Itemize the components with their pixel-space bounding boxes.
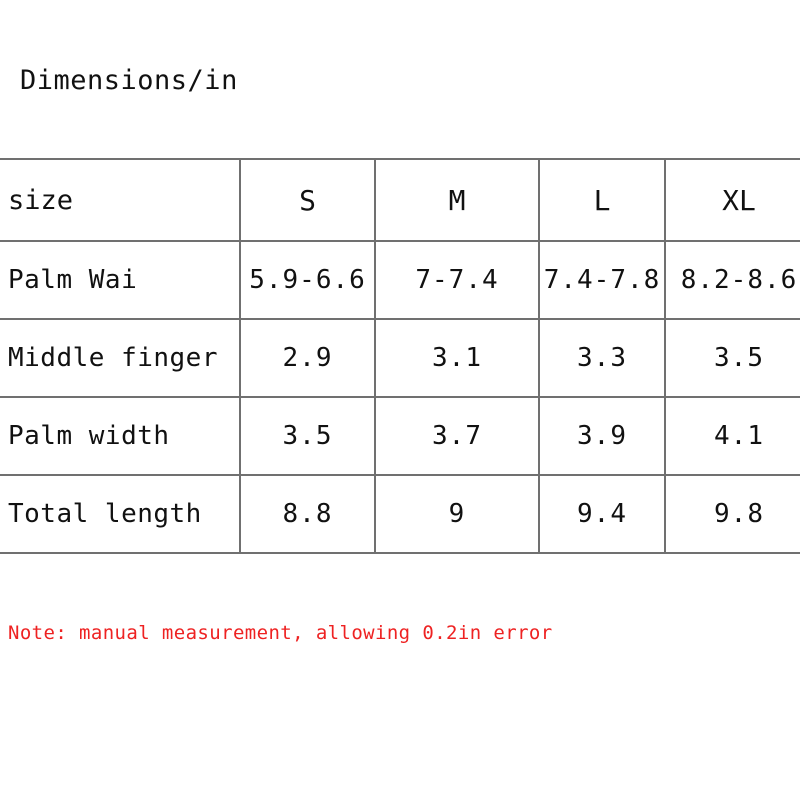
- row-label-middle-finger: Middle finger: [0, 319, 240, 398]
- cell-palm-wai-m: 7-7.4: [374, 241, 539, 320]
- cell-palm-wai-l: 7.4-7.8: [538, 241, 665, 320]
- table-row: Total length 8.8 9 9.4 9.8: [0, 475, 800, 553]
- table-body: Palm Wai 5.9-6.6 7-7.4 7.4-7.8 8.2-8.6 M…: [0, 241, 800, 553]
- cell-total-length-l: 9.4: [538, 475, 665, 553]
- row-label-palm-width: Palm width: [0, 397, 240, 476]
- cell-total-length-s: 8.8: [239, 475, 375, 553]
- cell-total-length-m: 9: [374, 475, 539, 553]
- cell-palm-width-l: 3.9: [538, 397, 665, 476]
- row-label-palm-wai: Palm Wai: [0, 241, 240, 320]
- table-row: Middle finger 2.9 3.1 3.3 3.5: [0, 319, 800, 398]
- cell-middle-finger-xl: 3.5: [664, 319, 800, 398]
- cell-palm-wai-xl: 8.2-8.6: [664, 241, 800, 320]
- table-header-row: size S M L XL: [0, 159, 800, 242]
- table-row: Palm width 3.5 3.7 3.9 4.1: [0, 397, 800, 476]
- row-label-total-length: Total length: [8, 499, 202, 529]
- column-header-m: M: [374, 159, 539, 242]
- size-chart-page: Dimensions/in size S M L XL Palm Wai 5.9…: [0, 0, 800, 800]
- measurement-note: Note: manual measurement, allowing 0.2in…: [8, 622, 553, 644]
- cell-palm-width-xl: 4.1: [664, 397, 800, 476]
- cell-middle-finger-s: 2.9: [239, 319, 375, 398]
- page-title: Dimensions/in: [20, 65, 238, 96]
- cell-palm-wai-s: 5.9-6.6: [239, 241, 375, 320]
- table-row: Palm Wai 5.9-6.6 7-7.4 7.4-7.8 8.2-8.6: [0, 241, 800, 320]
- cell-middle-finger-l: 3.3: [538, 319, 665, 398]
- size-table-container: size S M L XL Palm Wai 5.9-6.6 7-7.4 7.4…: [0, 158, 800, 554]
- size-table: size S M L XL Palm Wai 5.9-6.6 7-7.4 7.4…: [0, 158, 800, 554]
- cell-palm-width-s: 3.5: [239, 397, 375, 476]
- cell-middle-finger-m: 3.1: [374, 319, 539, 398]
- column-header-xl: XL: [664, 159, 800, 242]
- column-header-size: size: [0, 159, 240, 242]
- cell-total-length-xl: 9.8: [664, 475, 800, 553]
- column-header-l: L: [538, 159, 665, 242]
- cell-palm-width-m: 3.7: [374, 397, 539, 476]
- table-header: size S M L XL: [0, 159, 800, 242]
- column-header-s: S: [239, 159, 375, 242]
